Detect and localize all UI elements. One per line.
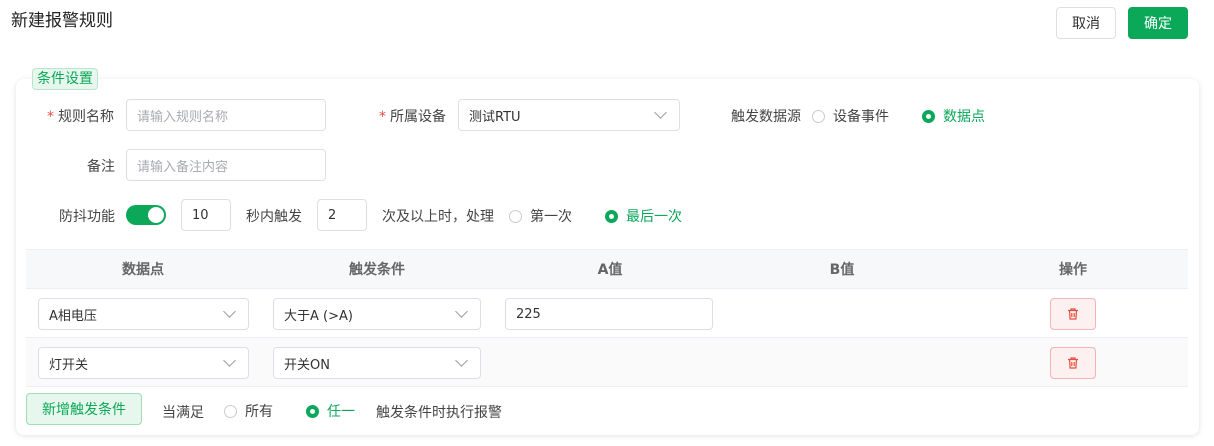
device-label: * 所属设备	[379, 109, 446, 125]
radio-dot	[922, 109, 935, 123]
required-mark: *	[379, 109, 386, 125]
rule-name-label: * 规则名称	[47, 109, 114, 125]
point-select[interactable]: A相电压	[38, 298, 249, 330]
a-value-input[interactable]: 225	[505, 298, 713, 330]
remark-input[interactable]: 请输入备注内容	[126, 149, 326, 181]
condition-select-value: 大于A (>A)	[284, 308, 353, 324]
column-header-condition: 触发条件	[349, 262, 405, 278]
trash-icon	[1068, 308, 1078, 320]
trash-icon	[1068, 357, 1078, 369]
radio-all[interactable]: 所有	[224, 401, 273, 421]
radio-dot	[605, 209, 618, 223]
footer-suffix: 触发条件时执行报警	[376, 405, 502, 421]
rule-name-input[interactable]: 请输入规则名称	[126, 99, 326, 131]
radio-first-time[interactable]: 第一次	[509, 206, 572, 226]
debounce-label: 防抖功能	[59, 209, 115, 225]
radio-dot	[509, 209, 522, 223]
condition-select[interactable]: 开关ON	[273, 347, 481, 379]
debounce-switch[interactable]	[126, 205, 166, 225]
confirm-button[interactable]: 确定	[1128, 7, 1188, 39]
remark-placeholder: 请输入备注内容	[137, 159, 229, 175]
section-tag: 条件设置	[32, 68, 98, 90]
column-header-actions: 操作	[1059, 262, 1087, 278]
add-condition-button[interactable]: 新增触发条件	[26, 393, 142, 425]
cancel-button[interactable]: 取消	[1056, 7, 1116, 39]
point-select-value: A相电压	[49, 308, 97, 324]
switch-knob	[148, 207, 164, 223]
condition-select-value: 开关ON	[284, 357, 330, 373]
debounce-seconds-suffix: 秒内触发	[246, 209, 302, 225]
required-mark: *	[47, 109, 54, 125]
radio-dot	[812, 109, 825, 123]
when-label: 当满足	[162, 405, 204, 421]
chevron-down-icon	[223, 305, 236, 318]
radio-any[interactable]: 任一	[306, 401, 355, 421]
debounce-seconds-value: 10	[192, 207, 209, 223]
radio-device-event[interactable]: 设备事件	[812, 106, 889, 126]
delete-row-button[interactable]	[1050, 347, 1096, 379]
remark-label: 备注	[87, 159, 115, 175]
radio-dot	[224, 404, 237, 418]
trigger-source-label: 触发数据源	[731, 109, 801, 125]
a-value-text: 225	[516, 306, 541, 322]
table-header: 数据点 触发条件 A值 B值 操作	[26, 249, 1188, 289]
column-header-a-value: A值	[597, 262, 623, 278]
page-title: 新建报警规则	[11, 11, 113, 31]
debounce-count-suffix: 次及以上时，处理	[382, 209, 494, 225]
chevron-down-icon	[455, 354, 468, 367]
debounce-count-input[interactable]: 2	[317, 199, 367, 231]
debounce-count-value: 2	[328, 207, 337, 223]
radio-dot	[306, 404, 319, 418]
debounce-seconds-input[interactable]: 10	[181, 199, 231, 231]
chevron-down-icon	[223, 354, 236, 367]
point-select[interactable]: 灯开关	[38, 347, 249, 379]
device-select[interactable]: 测试RTU	[458, 99, 680, 131]
chevron-down-icon	[455, 305, 468, 318]
delete-row-button[interactable]	[1050, 298, 1096, 330]
rule-name-placeholder: 请输入规则名称	[137, 109, 229, 125]
device-select-value: 测试RTU	[469, 109, 521, 125]
point-select-value: 灯开关	[49, 357, 89, 373]
radio-last-time[interactable]: 最后一次	[605, 206, 682, 226]
condition-select[interactable]: 大于A (>A)	[273, 298, 481, 330]
radio-data-point[interactable]: 数据点	[922, 106, 985, 126]
column-header-point: 数据点	[122, 262, 164, 278]
column-header-b-value: B值	[829, 262, 855, 278]
chevron-down-icon	[654, 106, 667, 119]
